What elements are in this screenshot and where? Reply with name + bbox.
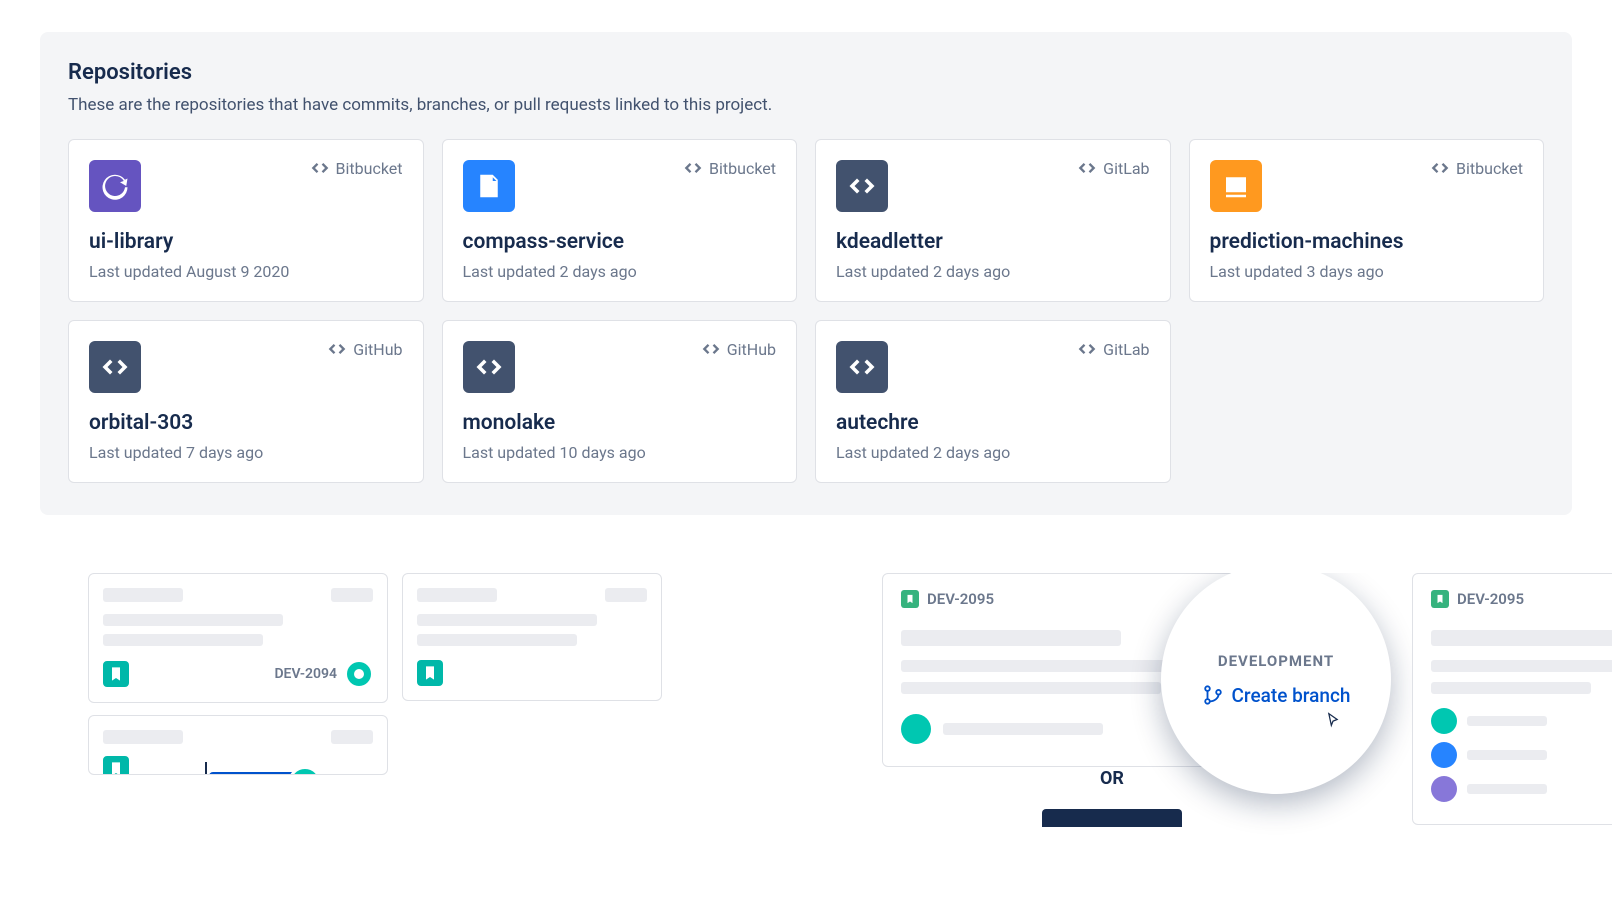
repo-avatar [836,160,888,212]
repo-card[interactable]: GitLab autechre Last updated 2 days ago [815,320,1171,483]
code-icon [701,339,721,359]
code-icon [1077,339,1097,359]
board-card[interactable]: DEV-2094 [88,573,388,703]
repo-name: orbital-303 [89,411,403,435]
repo-card[interactable]: Bitbucket ui-library Last updated August 9… [68,139,424,302]
repo-updated: Last updated 10 days ago [463,443,777,462]
story-icon [103,661,129,687]
avatar [1431,742,1457,768]
repo-updated: Last updated 2 days ago [836,262,1150,281]
repo-avatar [89,341,141,393]
repo-card[interactable]: GitHub orbital-303 Last updated 7 days ago [68,320,424,483]
board-card[interactable]: DEV-2095 [88,715,388,775]
provider-label: Bitbucket [683,158,776,178]
repo-updated: Last updated 7 days ago [89,443,403,462]
repo-name: autechre [836,411,1150,435]
code-icon [683,158,703,178]
repo-avatar [463,341,515,393]
repo-card[interactable]: GitLab kdeadletter Last updated 2 days ago [815,139,1171,302]
development-lens: DEVELOPMENT Create branch [1161,573,1391,794]
issue-detail-panel[interactable]: DEV-2095 ••• ✕ DEVELOPMENT [882,573,1292,767]
code-icon [1077,158,1097,178]
repo-name: compass-service [463,230,777,254]
board-card[interactable] [402,573,662,701]
repo-avatar [1210,160,1262,212]
story-icon [103,756,129,775]
feature-illustration-row: DEV-2094 DEV-2095 [0,573,1612,873]
repo-name: kdeadletter [836,230,1150,254]
avatar [1431,708,1457,734]
story-type-icon [1431,590,1449,608]
repo-name: prediction-machines [1210,230,1524,254]
provider-label: GitHub [701,339,776,359]
repo-card[interactable]: Bitbucket compass-service Last updated 2 d… [442,139,798,302]
repo-updated: Last updated 3 days ago [1210,262,1524,281]
repo-avatar [836,341,888,393]
provider-label: Bitbucket [1430,158,1523,178]
branch-icon [1202,684,1224,706]
repo-name: ui-library [89,230,403,254]
issue-key[interactable]: DEV-2095 [1457,590,1524,608]
repo-updated: Last updated 2 days ago [463,262,777,281]
repo-updated: Last updated 2 days ago [836,443,1150,462]
provider-label: Bitbucket [310,158,403,178]
repo-avatar [89,160,141,212]
story-icon [417,660,443,686]
avatar [1431,776,1457,802]
provider-label: GitLab [1077,158,1149,178]
cursor-icon [1323,712,1343,732]
provider-label: GitLab [1077,339,1149,359]
issue-detail-panel[interactable]: DEV-2095 ••• ✕ EVELOPMENT 1 Branch 9 Com… [1412,573,1612,825]
typing-key-label: DEV-2095 [209,772,300,775]
provider-label: GitHub [327,339,402,359]
issue-key[interactable]: DEV-2095 [927,590,994,608]
assignee-avatar[interactable] [901,714,931,744]
repositories-title: Repositories [68,60,1544,85]
code-icon [310,158,330,178]
repo-avatar [463,160,515,212]
repo-name: monolake [463,411,777,435]
assignee-avatar[interactable] [345,660,373,688]
repositories-description: These are the repositories that have com… [68,95,1544,115]
issue-key: DEV-2094 [274,666,337,682]
development-label: DEVELOPMENT [1218,652,1334,670]
repo-card[interactable]: GitHub monolake Last updated 10 days ago [442,320,798,483]
code-icon [1430,158,1450,178]
or-divider: OR [1042,768,1182,827]
repo-card[interactable]: Bitbucket prediction-machines Last updated… [1189,139,1545,302]
repositories-panel: Repositories These are the repositories … [40,32,1572,515]
story-type-icon [901,590,919,608]
create-branch-link[interactable]: Create branch [1202,684,1351,707]
repo-updated: Last updated August 9 2020 [89,262,403,281]
code-icon [327,339,347,359]
